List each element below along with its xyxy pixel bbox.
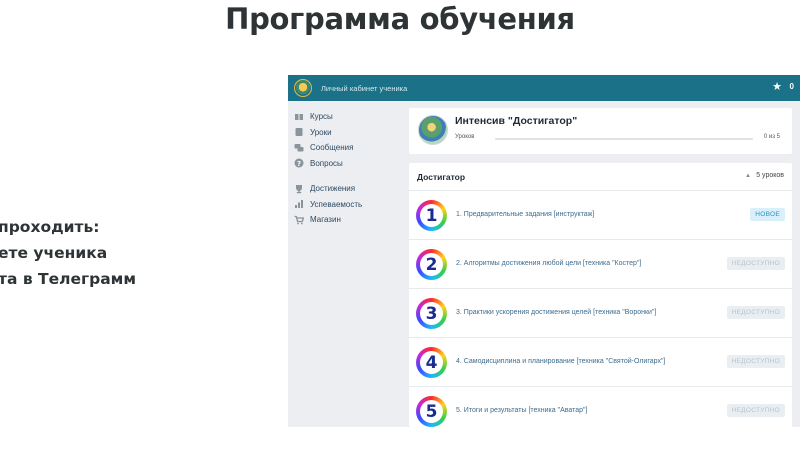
status-badge: НОВОЕ <box>750 208 785 221</box>
sidebar-item-achievements[interactable]: Достижения <box>288 181 401 197</box>
sidebar-item-label: Достижения <box>310 184 356 194</box>
section-title: Достигатор <box>417 172 466 182</box>
page-title: Программа обучения <box>225 2 575 36</box>
svg-text:?: ? <box>297 160 301 168</box>
lesson-title[interactable]: 4. Самодисциплина и планирование [техник… <box>456 358 665 365</box>
sidebar-item-courses[interactable]: Курсы <box>288 109 401 125</box>
lesson-number: 1 <box>420 204 443 227</box>
lesson-number: 5 <box>420 400 443 423</box>
chevron-up-icon[interactable]: ▲ <box>745 173 751 179</box>
lessons-icon <box>294 127 304 137</box>
sidebar-item-label: Курсы <box>310 112 333 122</box>
side-text-line: ете ученика <box>0 244 108 262</box>
side-text-line: проходить: <box>0 218 100 236</box>
progress-bar <box>495 138 753 140</box>
lesson-number-icon: 2 <box>416 249 447 280</box>
sidebar-item-label: Вопросы <box>310 158 343 168</box>
lesson-number: 2 <box>420 253 443 276</box>
lesson-number: 4 <box>420 351 443 374</box>
lessons-card: Достигатор ▲ 5 уроков 1 1. Предварительн… <box>409 163 792 427</box>
lesson-title[interactable]: 5. Итоги и результаты [техника "Аватар"] <box>456 407 587 414</box>
topbar-title: Личный кабинет ученика <box>321 83 408 93</box>
topbar: Личный кабинет ученика ★ 0 <box>288 75 800 101</box>
course-avatar <box>418 115 448 145</box>
star-icon[interactable]: ★ <box>772 80 782 94</box>
lesson-row[interactable]: 2 2. Алгоритмы достижения любой цели [те… <box>409 241 792 289</box>
status-badge: НЕДОСТУПНО <box>726 306 785 319</box>
sidebar: Курсы Уроки Сообщения ? Вопросы Достижен <box>288 101 401 427</box>
star-count: 0 <box>789 82 794 91</box>
sidebar-item-label: Уроки <box>310 127 332 137</box>
chart-icon <box>294 199 304 209</box>
sidebar-item-shop[interactable]: Магазин <box>288 212 401 228</box>
logo[interactable] <box>294 79 312 97</box>
courses-icon <box>294 112 304 122</box>
lesson-row[interactable]: 5 5. Итоги и результаты [техника "Аватар… <box>409 388 792 427</box>
side-text: проходить: ете ученика та в Телеграмм <box>0 214 136 292</box>
sidebar-item-messages[interactable]: Сообщения <box>288 140 401 156</box>
trophy-icon <box>294 184 304 194</box>
sidebar-divider <box>288 171 401 181</box>
sidebar-item-questions[interactable]: ? Вопросы <box>288 156 401 172</box>
cart-icon <box>294 215 305 225</box>
lesson-number-icon: 3 <box>416 298 447 329</box>
lesson-row[interactable]: 3 3. Практики ускорения достижения целей… <box>409 290 792 338</box>
sidebar-item-lessons[interactable]: Уроки <box>288 125 401 141</box>
side-text-line: та в Телеграмм <box>0 270 136 288</box>
status-badge: НЕДОСТУПНО <box>726 355 785 368</box>
lesson-number: 3 <box>420 302 443 325</box>
status-badge: НЕДОСТУПНО <box>726 404 785 417</box>
course-card: Интенсив "Достигатор" Уроков 0 из 5 <box>409 108 792 154</box>
lessons-label: Уроков <box>455 134 475 140</box>
sidebar-item-label: Успеваемость <box>310 199 363 209</box>
sidebar-item-label: Сообщения <box>310 143 354 153</box>
lesson-count: 5 уроков <box>756 172 784 179</box>
lesson-number-icon: 4 <box>416 347 447 378</box>
lesson-number-icon: 1 <box>416 200 447 231</box>
lesson-title[interactable]: 3. Практики ускорения достижения целей [… <box>456 309 656 316</box>
course-title[interactable]: Интенсив "Достигатор" <box>455 115 577 127</box>
sidebar-item-label: Магазин <box>310 215 341 225</box>
status-badge: НЕДОСТУПНО <box>726 257 785 270</box>
lesson-row[interactable]: 4 4. Самодисциплина и планирование [техн… <box>409 339 792 387</box>
lesson-number-icon: 5 <box>416 396 447 427</box>
messages-icon <box>294 143 304 153</box>
lesson-title[interactable]: 2. Алгоритмы достижения любой цели [техн… <box>456 260 641 267</box>
question-icon: ? <box>294 158 304 168</box>
lesson-title[interactable]: 1. Предварительные задания [инструктаж] <box>456 211 594 218</box>
progress-text: 0 из 5 <box>763 134 780 140</box>
sidebar-item-progress[interactable]: Успеваемость <box>288 197 401 213</box>
student-cabinet-screenshot: Личный кабинет ученика ★ 0 Курсы Уроки С… <box>288 75 800 427</box>
lesson-row[interactable]: 1 1. Предварительные задания [инструктаж… <box>409 192 792 240</box>
section-header[interactable]: Достигатор ▲ 5 уроков <box>409 163 792 191</box>
